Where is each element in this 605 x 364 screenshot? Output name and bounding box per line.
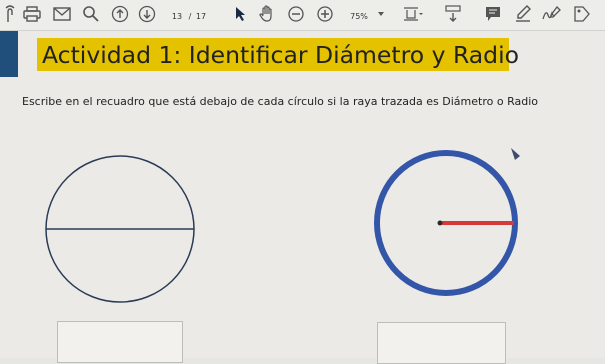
pen-cursor-icon: [511, 148, 520, 160]
circle-with-diameter: [45, 155, 195, 303]
answer-box-left[interactable]: [57, 321, 183, 363]
circle-with-radius: [374, 150, 518, 296]
center-point: [437, 220, 443, 226]
circle-figures: [45, 148, 520, 303]
